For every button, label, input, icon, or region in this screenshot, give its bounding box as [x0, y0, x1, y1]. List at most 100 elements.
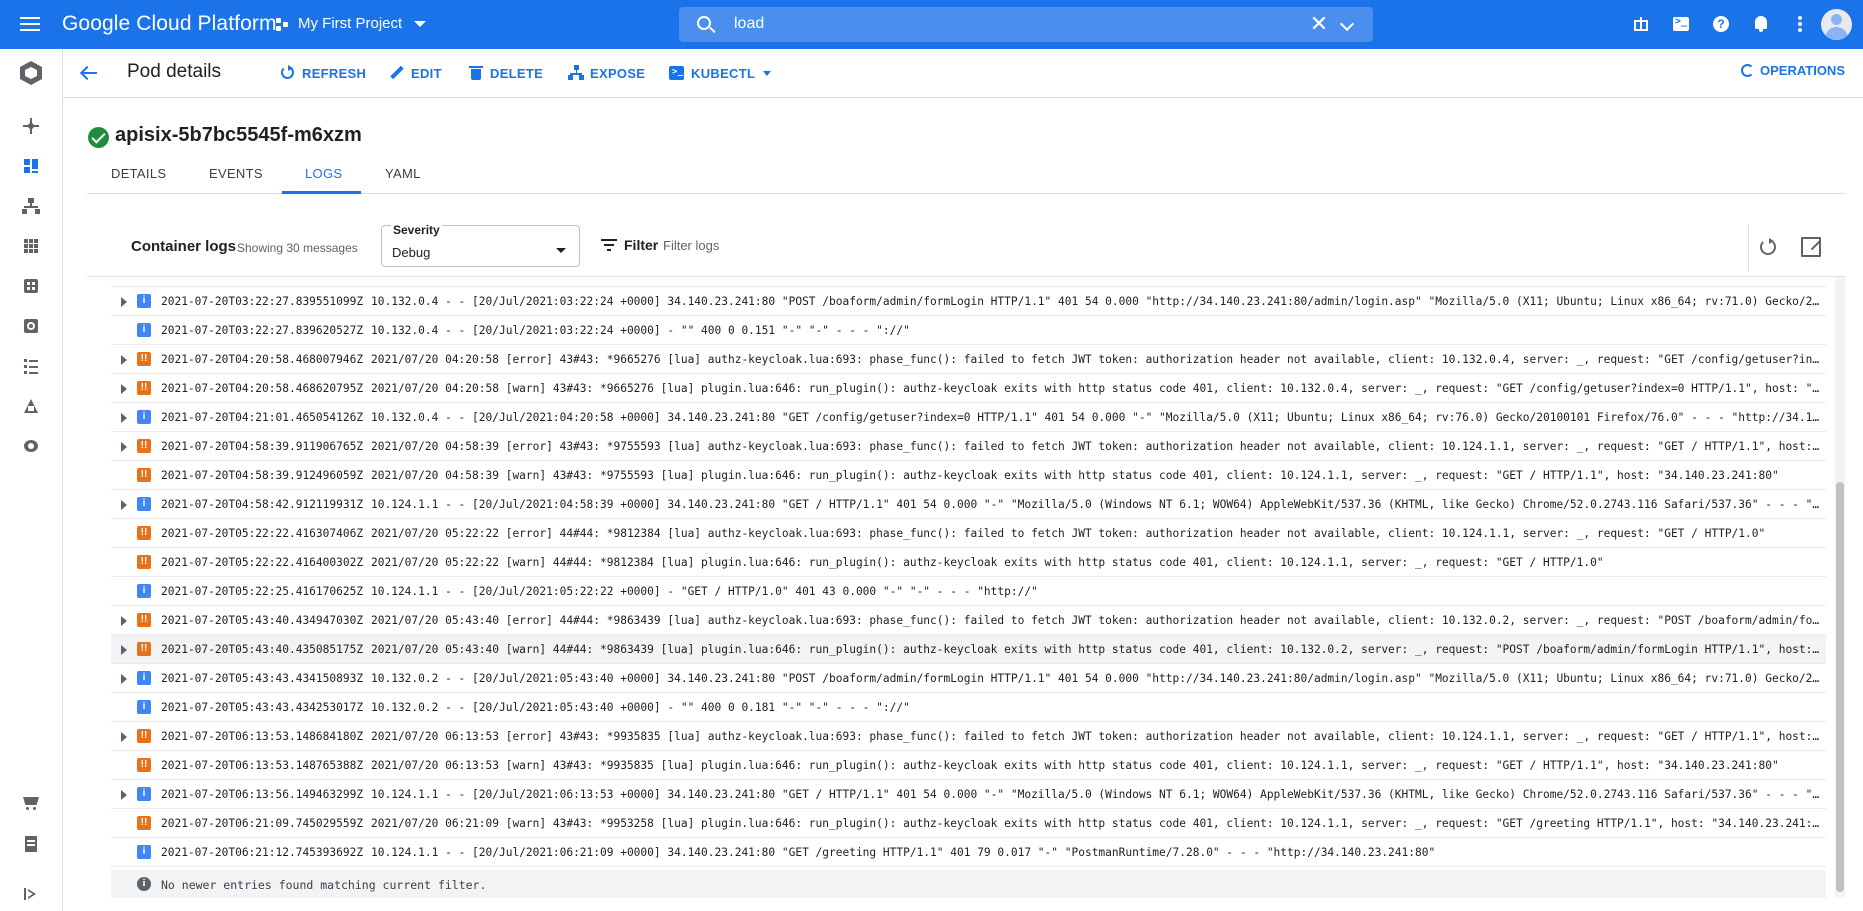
expose-icon [568, 65, 584, 81]
applications-icon[interactable] [22, 237, 40, 255]
log-message: 2021/07/20 04:58:39 [warn] 43#43: *97555… [371, 469, 1779, 482]
tab-yaml[interactable]: YAML [385, 166, 421, 181]
tab-details[interactable]: DETAILS [111, 166, 166, 181]
expand-row-icon[interactable] [121, 442, 127, 452]
scrollbar-thumb[interactable] [1836, 482, 1844, 892]
config-icon[interactable] [22, 277, 40, 295]
tab-events[interactable]: EVENTS [209, 166, 263, 181]
menu-icon[interactable] [18, 14, 42, 34]
pod-status-ok-icon [88, 127, 109, 148]
log-row[interactable]: i 2021-07-20T04:21:01.465054126Z 10.132.0.… [111, 403, 1826, 432]
delete-label: DELETE [490, 65, 544, 81]
object-browser-icon[interactable] [22, 357, 40, 375]
log-row[interactable]: i 2021-07-20T05:43:43.434253017Z 10.132.0.… [111, 693, 1826, 722]
more-vert-icon[interactable] [1790, 14, 1810, 34]
expand-row-icon[interactable] [121, 297, 127, 307]
back-arrow-icon[interactable] [80, 65, 98, 81]
kubectl-label: KUBECTL [691, 65, 756, 81]
expand-row-icon[interactable] [121, 500, 127, 510]
cloud-shell-icon[interactable] [1671, 14, 1691, 34]
search-input[interactable] [734, 11, 1294, 37]
log-row[interactable]: !! 2021-07-20T04:20:58.468007946Z 2021/07/… [111, 345, 1826, 374]
expose-button[interactable]: EXPOSE [568, 63, 645, 83]
edit-button[interactable]: EDIT [389, 63, 442, 83]
expand-row-icon[interactable] [121, 645, 127, 655]
filter-icon [601, 239, 617, 251]
log-row-partial [111, 277, 1826, 287]
clear-search-icon[interactable]: ✕ [1309, 13, 1329, 35]
info-severity-icon: i [137, 294, 151, 308]
marketplace-icon[interactable] [22, 794, 40, 812]
severity-label: Severity [391, 223, 442, 237]
expand-row-icon[interactable] [121, 732, 127, 742]
search-box[interactable]: ✕ [679, 7, 1373, 42]
info-severity-icon: i [137, 497, 151, 511]
expand-row-icon[interactable] [121, 355, 127, 365]
log-row[interactable]: !! 2021-07-20T05:22:22.416400302Z 2021/07/… [111, 548, 1826, 577]
expand-row-icon[interactable] [121, 384, 127, 394]
gift-icon[interactable] [1631, 14, 1651, 34]
log-timestamp: 2021-07-20T06:13:56.149463299Z [161, 788, 364, 801]
expand-row-icon[interactable] [121, 790, 127, 800]
help-icon[interactable]: ? [1711, 14, 1731, 34]
log-row[interactable]: !! 2021-07-20T06:21:09.745029559Z 2021/07/… [111, 809, 1826, 838]
workloads-icon[interactable] [22, 157, 40, 175]
storage-icon[interactable] [22, 317, 40, 335]
open-in-new-icon[interactable] [1801, 237, 1821, 257]
expand-row-icon[interactable] [121, 674, 127, 684]
kubectl-button[interactable]: >_ KUBECTL [669, 63, 772, 83]
release-notes-icon[interactable] [22, 835, 40, 853]
log-row[interactable]: !! 2021-07-20T05:22:22.416307406Z 2021/07/… [111, 519, 1826, 548]
tab-logs[interactable]: LOGS [305, 166, 342, 181]
project-selector[interactable]: My First Project [276, 15, 427, 32]
log-row[interactable]: !! 2021-07-20T06:13:53.148684180Z 2021/07/… [111, 722, 1826, 751]
delete-button[interactable]: DELETE [468, 63, 543, 83]
log-message: 10.124.1.1 - - [20/Jul/2021:06:21:09 +00… [371, 846, 1436, 859]
expand-search-icon[interactable] [1339, 16, 1355, 32]
log-message: 10.124.1.1 - - [20/Jul/2021:04:58:39 +00… [371, 498, 1821, 511]
warning-severity-icon: !! [137, 555, 151, 569]
log-row[interactable]: i 2021-07-20T05:43:43.434150893Z 10.132.0.… [111, 664, 1826, 693]
log-row[interactable]: !! 2021-07-20T05:43:40.435085175Z 2021/07/… [111, 635, 1826, 664]
expand-row-icon[interactable] [121, 616, 127, 626]
info-severity-icon: i [137, 787, 151, 801]
log-message: 10.132.0.2 - - [20/Jul/2021:05:43:40 +00… [371, 701, 910, 714]
toolbar-divider [1748, 224, 1749, 272]
brand-title[interactable]: Google Cloud Platform [62, 12, 277, 36]
severity-select[interactable]: Severity Debug [381, 223, 580, 267]
log-row[interactable]: !! 2021-07-20T04:58:39.912496059Z 2021/07/… [111, 461, 1826, 490]
account-avatar[interactable] [1821, 9, 1852, 40]
log-row[interactable]: i 2021-07-20T05:22:25.416170625Z 10.124.1.… [111, 577, 1826, 606]
chevron-down-icon [763, 70, 772, 76]
filter-logs-input[interactable] [663, 235, 963, 255]
refresh-button[interactable]: REFRESH [280, 63, 366, 83]
migrate-icon[interactable] [22, 397, 40, 415]
expand-row-icon[interactable] [121, 413, 127, 423]
log-row[interactable]: !! 2021-07-20T04:58:39.911906765Z 2021/07/… [111, 432, 1826, 461]
log-timestamp: 2021-07-20T04:58:39.911906765Z [161, 440, 364, 453]
log-message: 2021/07/20 06:21:09 [warn] 43#43: *99532… [371, 817, 1821, 830]
dropdown-arrow-icon [556, 248, 566, 253]
log-row[interactable]: i 2021-07-20T06:21:12.745393692Z 10.124.1.… [111, 838, 1826, 867]
notifications-icon[interactable] [1751, 14, 1771, 34]
kubernetes-engine-icon[interactable] [16, 57, 46, 89]
filter-button[interactable]: Filter [601, 237, 658, 253]
log-scrollbar[interactable] [1835, 277, 1845, 897]
reload-logs-icon[interactable] [1757, 236, 1781, 260]
services-icon[interactable] [22, 197, 40, 215]
expand-nav-icon[interactable] [22, 885, 40, 903]
log-row[interactable]: !! 2021-07-20T04:20:58.468620795Z 2021/07/… [111, 374, 1826, 403]
log-row[interactable]: i 2021-07-20T06:13:56.149463299Z 10.124.1.… [111, 780, 1826, 809]
log-row[interactable]: i 2021-07-20T03:22:27.839551099Z 10.132.0.… [111, 287, 1826, 316]
log-row[interactable]: i 2021-07-20T03:22:27.839620527Z 10.132.0.… [111, 316, 1826, 345]
pencil-icon [389, 65, 405, 81]
log-message: 10.132.0.4 - - [20/Jul/2021:03:22:24 +00… [371, 324, 910, 337]
log-row[interactable]: !! 2021-07-20T05:43:40.434947030Z 2021/07/… [111, 606, 1826, 635]
log-timestamp: 2021-07-20T06:21:12.745393692Z [161, 846, 364, 859]
operations-button[interactable]: OPERATIONS [1741, 63, 1845, 78]
log-row[interactable]: !! 2021-07-20T06:13:53.148765388Z 2021/07/… [111, 751, 1826, 780]
clusters-icon[interactable] [22, 117, 40, 135]
operations-icon [1741, 64, 1754, 77]
config-management-icon[interactable] [22, 437, 40, 455]
log-row[interactable]: i 2021-07-20T04:58:42.912119931Z 10.124.1.… [111, 490, 1826, 519]
